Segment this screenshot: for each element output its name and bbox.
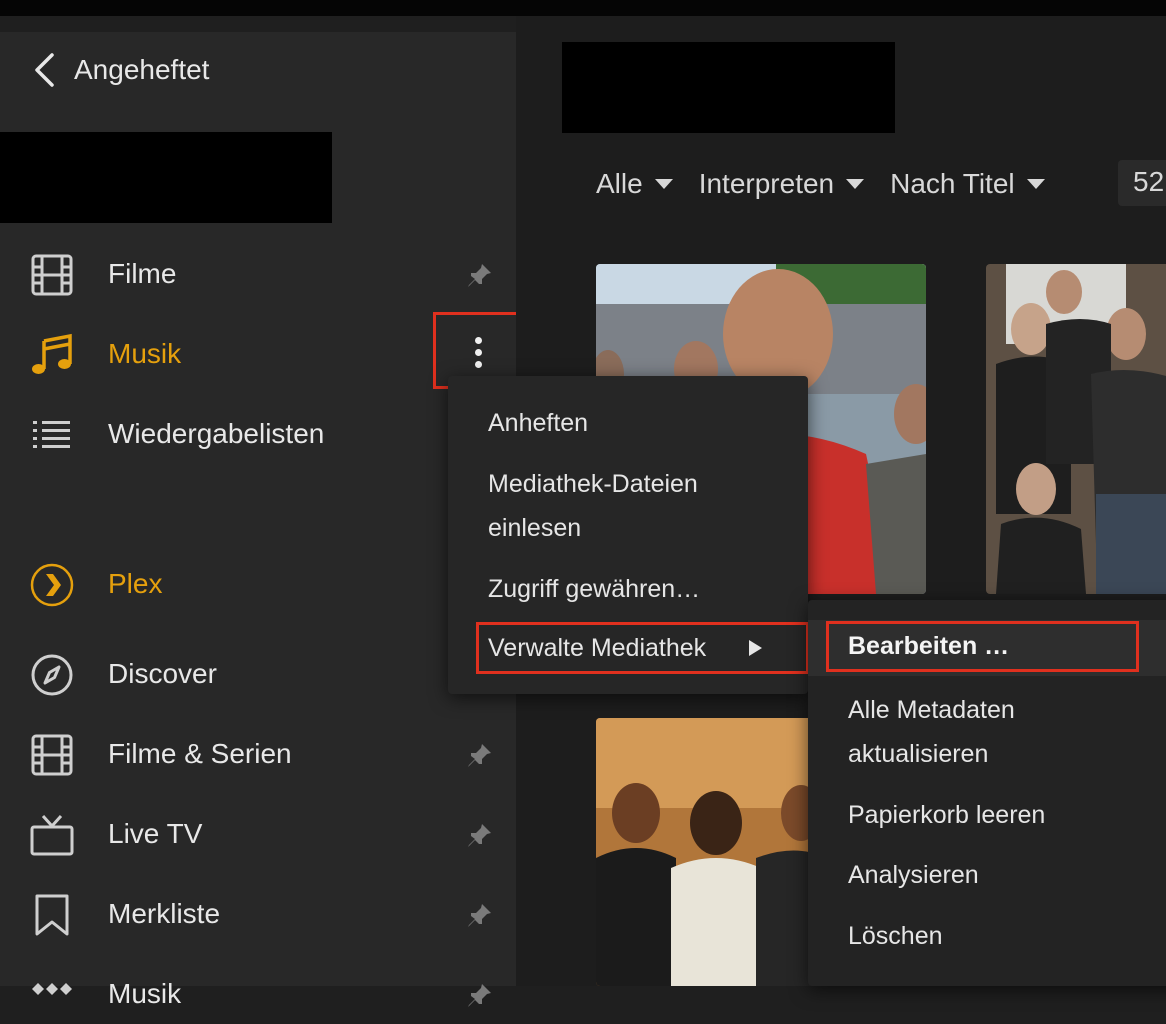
sidebar-item-label: Filme & Serien bbox=[108, 738, 292, 769]
caret-down-icon bbox=[846, 179, 865, 189]
music-note-icon bbox=[30, 333, 74, 377]
film-icon bbox=[30, 733, 74, 777]
item-count: 52 bbox=[1133, 166, 1165, 197]
sort-label: Nach Titel bbox=[890, 168, 1015, 199]
menu-item-anheften[interactable]: Anheften bbox=[488, 401, 588, 445]
bookmark-icon bbox=[30, 893, 74, 937]
menu-item-verwalte-mediathek[interactable]: Verwalte Mediathek bbox=[476, 622, 809, 674]
sort-dropdown[interactable]: Nach Titel bbox=[890, 168, 1045, 200]
sidebar-item-label: Plex bbox=[108, 568, 163, 599]
film-icon bbox=[30, 253, 74, 297]
menu-item-zugriff-gewaehren[interactable]: Zugriff gewähren… bbox=[488, 567, 700, 611]
pin-icon[interactable] bbox=[466, 901, 494, 929]
sidebar-item-label: Merkliste bbox=[108, 898, 221, 929]
view-filter-dropdown[interactable]: Interpreten bbox=[698, 168, 865, 200]
pin-icon[interactable] bbox=[466, 261, 494, 289]
caret-down-icon bbox=[1026, 179, 1045, 189]
sidebar-item-discover[interactable]: Discover bbox=[0, 644, 516, 704]
menu-item-mediathek-dateien-einlesen-line2[interactable]: einlesen bbox=[488, 506, 581, 550]
tidal-icon bbox=[30, 973, 74, 1017]
filter-bar: Alle Interpreten Nach Titel bbox=[596, 164, 1071, 204]
sidebar-item-label: Filme bbox=[108, 258, 177, 289]
vertical-dots-icon bbox=[475, 337, 482, 373]
chevron-left-icon[interactable] bbox=[32, 52, 56, 88]
tv-icon bbox=[30, 813, 74, 857]
sidebar-item-label: Live TV bbox=[108, 818, 203, 849]
type-filter-dropdown[interactable]: Alle bbox=[596, 168, 673, 200]
redacted-library-title bbox=[562, 42, 895, 133]
type-filter-label: Alle bbox=[596, 168, 643, 199]
view-filter-label: Interpreten bbox=[698, 168, 835, 199]
sidebar-item-merkliste[interactable]: Merkliste bbox=[0, 884, 516, 944]
sidebar-item-plex[interactable]: Plex bbox=[0, 554, 516, 614]
sidebar-item-filme[interactable]: Filme bbox=[0, 244, 516, 304]
pin-icon[interactable] bbox=[466, 821, 494, 849]
redacted-server-name bbox=[0, 132, 332, 223]
sidebar-item-label: Wiedergabelisten bbox=[108, 418, 325, 449]
sidebar-item-tidal-musik[interactable]: Musik bbox=[0, 964, 516, 1024]
submenu-item-bearbeiten[interactable]: Bearbeiten … bbox=[826, 621, 1139, 672]
submenu-item-papierkorb-leeren[interactable]: Papierkorb leeren bbox=[848, 793, 1045, 837]
sidebar-item-filme-serien[interactable]: Filme & Serien bbox=[0, 724, 516, 784]
sidebar-header[interactable]: Angeheftet bbox=[32, 50, 209, 90]
plex-chevron-icon bbox=[30, 563, 74, 607]
item-count-badge: 52 bbox=[1118, 160, 1166, 206]
artist-poster[interactable] bbox=[986, 264, 1166, 594]
compass-icon bbox=[30, 653, 74, 697]
sidebar-item-wiedergabelisten[interactable]: Wiedergabelisten bbox=[0, 404, 516, 464]
caret-down-icon bbox=[654, 179, 673, 189]
list-icon bbox=[30, 413, 74, 457]
submenu-item-alle-metadaten-aktualisieren-line2[interactable]: aktualisieren bbox=[848, 732, 988, 776]
submenu-item-analysieren[interactable]: Analysieren bbox=[848, 853, 979, 897]
menu-item-label: Verwalte Mediathek bbox=[488, 634, 707, 662]
artist-poster[interactable] bbox=[596, 718, 826, 986]
sidebar-item-label: Discover bbox=[108, 658, 217, 689]
submenu-item-alle-metadaten-aktualisieren[interactable]: Alle Metadaten bbox=[848, 688, 1015, 732]
menu-item-mediathek-dateien-einlesen[interactable]: Mediathek-Dateien bbox=[488, 462, 698, 506]
sidebar-item-live-tv[interactable]: Live TV bbox=[0, 804, 516, 864]
submenu-item-loeschen[interactable]: Löschen bbox=[848, 914, 943, 958]
sidebar-item-label: Musik bbox=[108, 978, 182, 1009]
pin-icon[interactable] bbox=[466, 981, 494, 1009]
submenu-arrow-icon bbox=[749, 640, 762, 656]
window-top-bar bbox=[0, 0, 1166, 16]
sidebar-header-label: Angeheftet bbox=[74, 54, 210, 85]
sidebar-item-label: Musik bbox=[108, 338, 182, 369]
pin-icon[interactable] bbox=[466, 741, 494, 769]
